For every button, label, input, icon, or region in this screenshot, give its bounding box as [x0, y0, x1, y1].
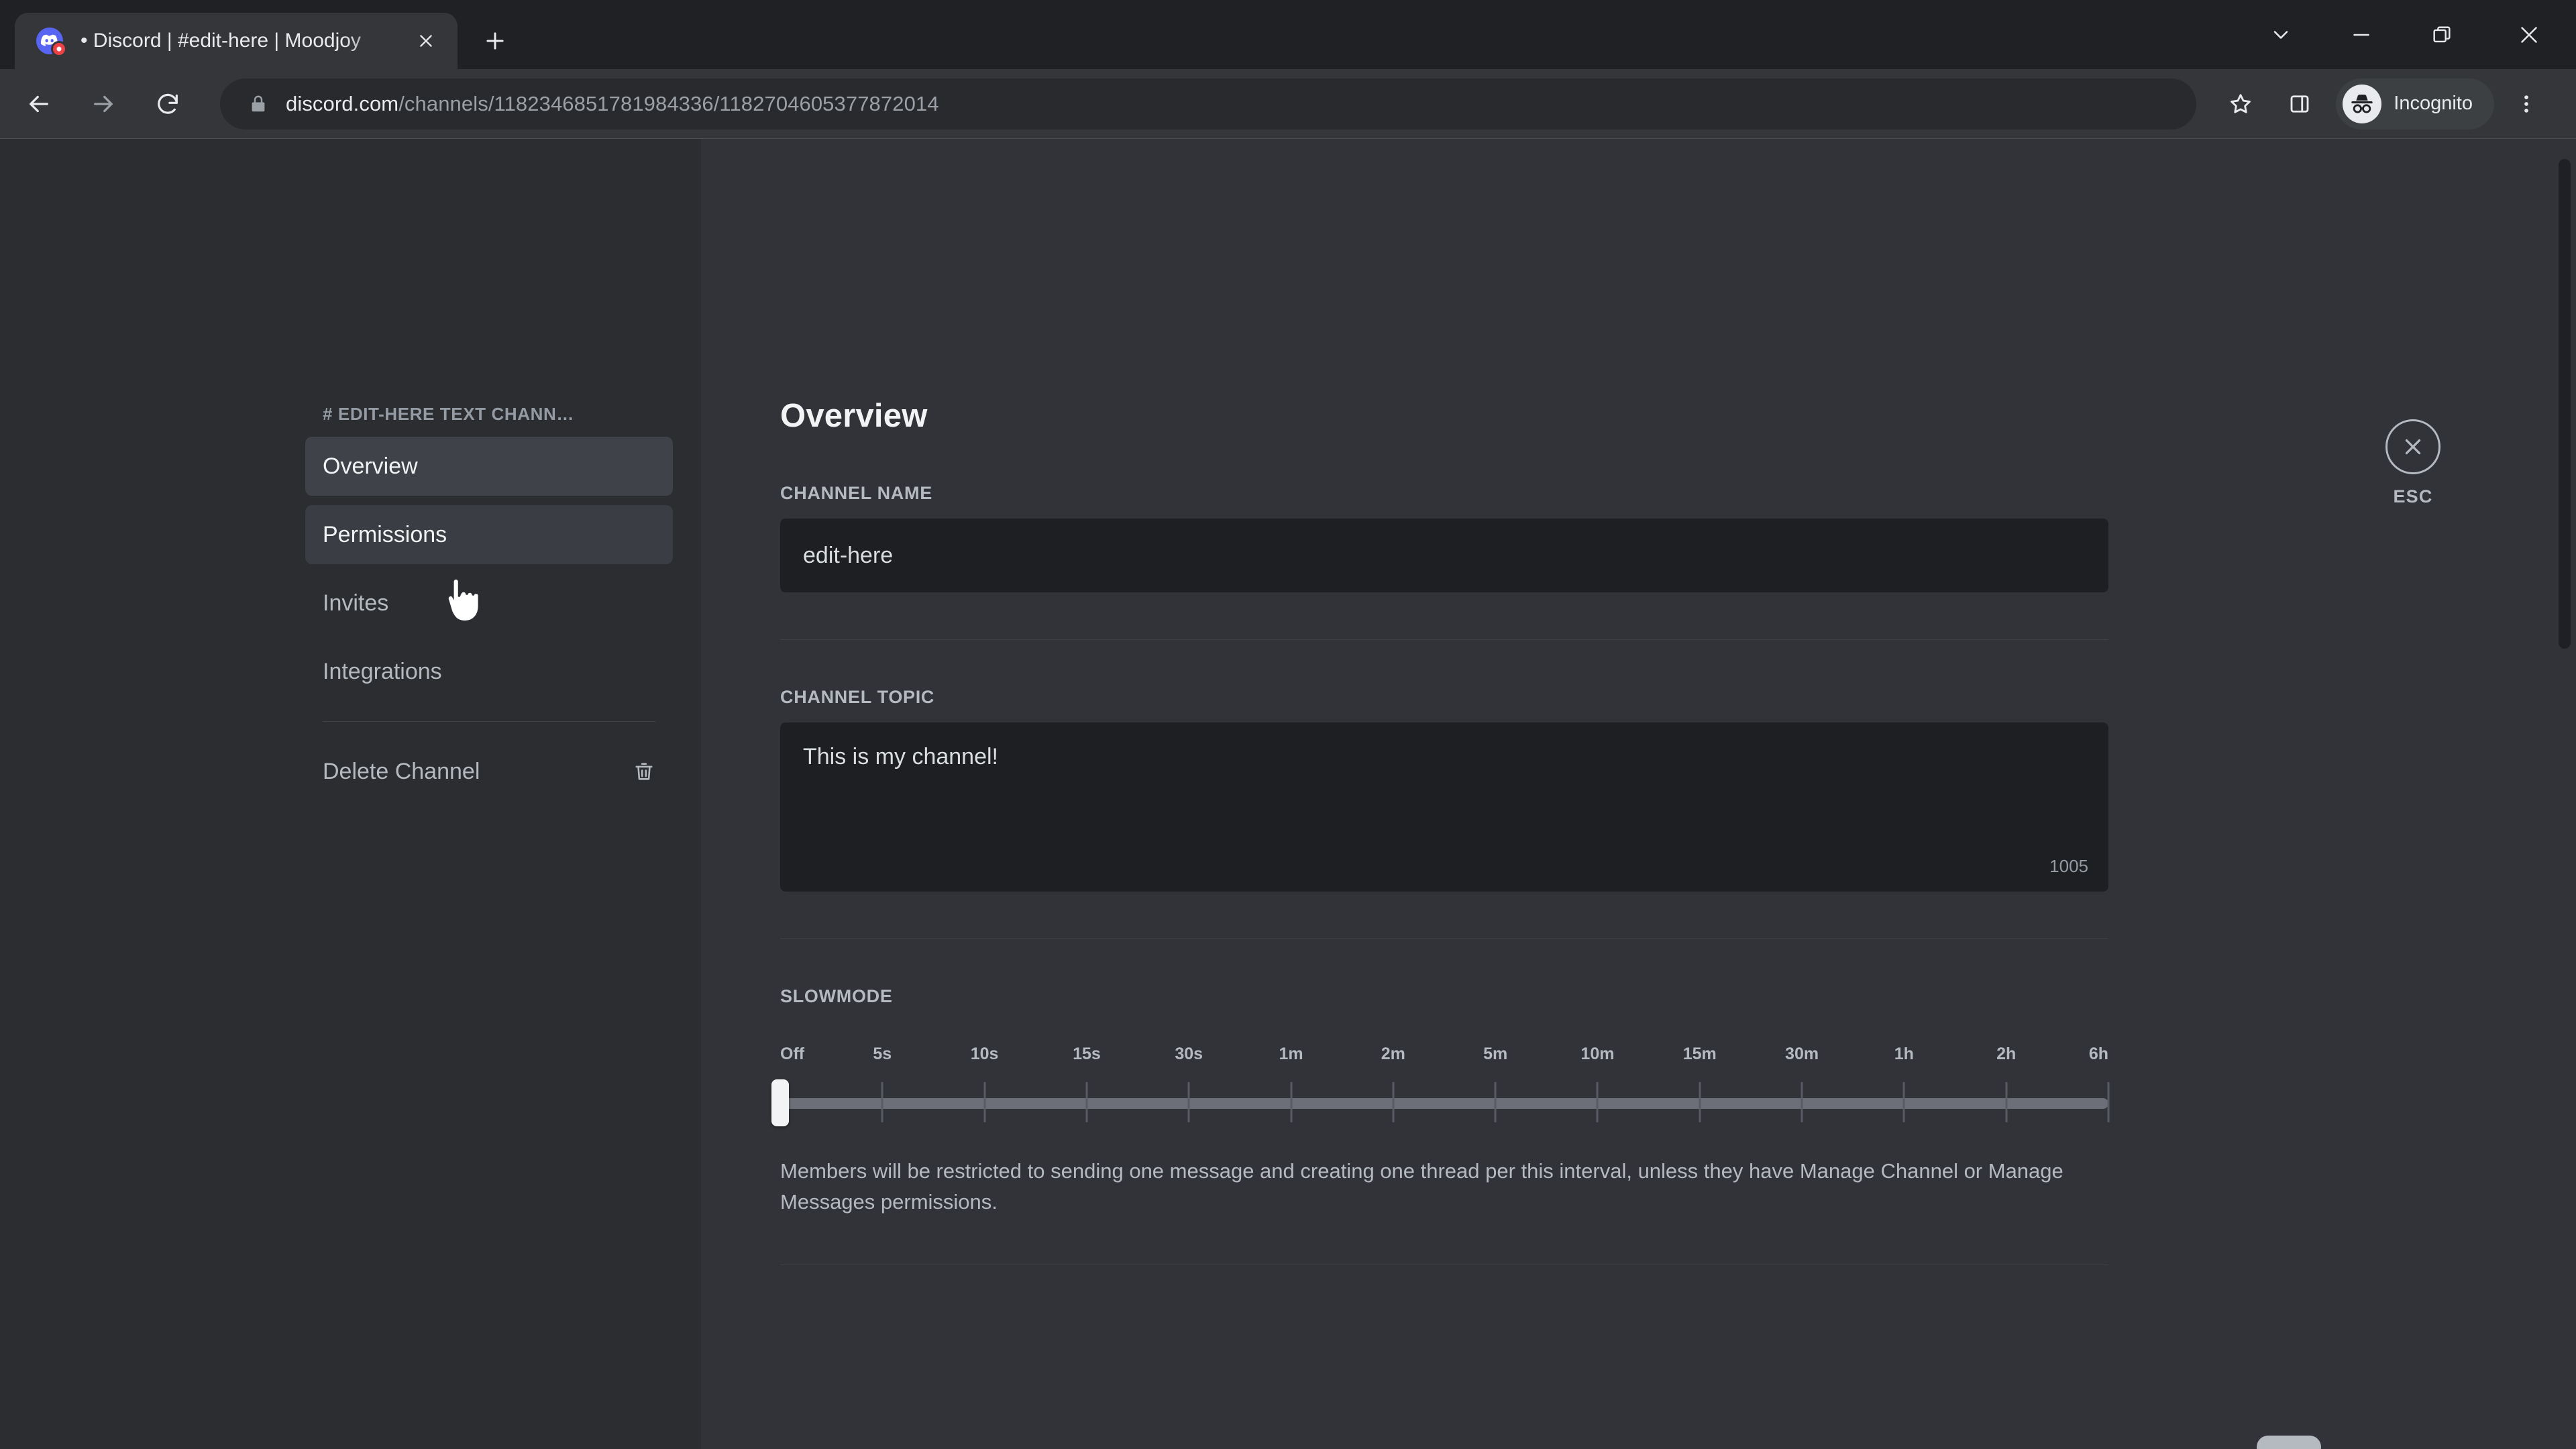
discord-favicon [36, 26, 67, 57]
slowmode-tick-mark [2005, 1082, 2008, 1122]
slowmode-tick-mark [1902, 1082, 1905, 1122]
slowmode-tick-6h: 6h [2088, 1044, 2108, 1063]
slowmode-tick-5m: 5m [1483, 1044, 1508, 1063]
section-divider-1 [780, 639, 2108, 640]
reload-icon[interactable] [138, 74, 197, 133]
slowmode-track[interactable] [771, 1079, 2110, 1126]
slowmode-tick-Off: Off [780, 1044, 805, 1063]
slowmode-tick-mark [1699, 1082, 1701, 1122]
url-text: discord.com/channels/1182346851781984336… [286, 92, 939, 116]
back-arrow-icon[interactable] [9, 74, 68, 133]
channel-settings-header: # EDIT-HERE TEXT CHANN… [323, 404, 574, 424]
browser-tab[interactable]: • Discord | #edit-here | Moodjoy [15, 13, 458, 69]
sidebar-item-delete-channel[interactable]: Delete Channel [305, 742, 673, 801]
slowmode-thumb[interactable] [771, 1079, 789, 1126]
minimize-icon[interactable] [2321, 0, 2402, 69]
channel-topic-textarea[interactable]: This is my channel! 1005 [780, 722, 2108, 892]
sidebar-item-overview[interactable]: Overview [305, 437, 673, 496]
three-dot-menu-icon[interactable] [2500, 77, 2553, 131]
settings-main-panel: Overview CHANNEL NAME edit-here CHANNEL … [701, 139, 2576, 1449]
slowmode-tick-10m: 10m [1580, 1044, 1615, 1063]
slowmode-slider[interactable]: Off 5s 10s 15s 30s 1m 2m 5m 10m 15m 30m 1h 2h 6h [771, 1044, 2110, 1126]
slowmode-tick-mark [1187, 1082, 1190, 1122]
sidebar-item-label: Overview [323, 453, 418, 479]
forward-arrow-icon[interactable] [74, 74, 133, 133]
slowmode-tick-15m: 15m [1682, 1044, 1717, 1063]
slowmode-tick-5s: 5s [873, 1044, 892, 1063]
slowmode-tick-mark [1596, 1082, 1599, 1122]
tab-strip: • Discord | #edit-here | Moodjoy [0, 0, 2576, 69]
incognito-profile-button[interactable]: Incognito [2336, 78, 2494, 129]
page-title: Overview [780, 398, 928, 434]
close-x-icon [2385, 419, 2440, 474]
section-divider-2 [780, 938, 2108, 939]
new-tab-button[interactable] [472, 18, 518, 64]
side-panel-icon[interactable] [2273, 77, 2326, 131]
channel-name-label: CHANNEL NAME [780, 483, 932, 503]
slowmode-tick-15s: 15s [1073, 1044, 1101, 1063]
slowmode-tick-1h: 1h [1894, 1044, 1914, 1063]
restore-icon[interactable] [2402, 0, 2482, 69]
slowmode-tick-2m: 2m [1381, 1044, 1405, 1063]
sidebar-item-label: Delete Channel [323, 758, 480, 784]
page-scrollbar[interactable] [2556, 159, 2573, 1360]
slowmode-tick-mark [1392, 1082, 1395, 1122]
channel-topic-value: This is my channel! [803, 744, 998, 769]
sidebar-item-permissions[interactable]: Permissions [305, 505, 673, 564]
channel-name-value: edit-here [803, 542, 894, 568]
scrollbar-thumb[interactable] [2559, 159, 2571, 649]
url-domain: discord.com [286, 91, 399, 115]
slowmode-track-fill [780, 1098, 2108, 1109]
slowmode-tick-mark [2107, 1082, 2110, 1122]
browser-window: • Discord | #edit-here | Moodjoy discord… [0, 0, 2576, 1449]
sidebar-item-integrations[interactable]: Integrations [305, 642, 673, 701]
incognito-label: Incognito [2394, 93, 2473, 114]
slowmode-tick-30s: 30s [1175, 1044, 1203, 1063]
close-settings-button[interactable]: ESC [2363, 419, 2463, 507]
slowmode-tick-labels: Off 5s 10s 15s 30s 1m 2m 5m 10m 15m 30m 1h 2h 6h [780, 1044, 2108, 1067]
slowmode-tick-mark [1494, 1082, 1497, 1122]
settings-sidebar: # EDIT-HERE TEXT CHANN… Overview Permiss… [0, 139, 701, 1449]
sidebar-item-label: Permissions [323, 521, 447, 547]
address-bar[interactable]: discord.com/channels/1182346851781984336… [220, 78, 2197, 129]
sidebar-item-label: Invites [323, 590, 389, 616]
window-controls [2241, 0, 2576, 69]
slowmode-tick-1m: 1m [1279, 1044, 1303, 1063]
slowmode-tick-2h: 2h [1996, 1044, 2017, 1063]
esc-label: ESC [2393, 486, 2433, 506]
url-path: /channels/1182346851781984336/1182704605… [398, 91, 939, 115]
slowmode-tick-10s: 10s [970, 1044, 999, 1063]
slowmode-tick-mark [1801, 1082, 1803, 1122]
star-icon[interactable] [2214, 77, 2267, 131]
page-viewport: # EDIT-HERE TEXT CHANN… Overview Permiss… [0, 138, 2576, 1449]
cut-off-control[interactable] [2257, 1436, 2321, 1449]
tab-search-chevron-icon[interactable] [2241, 0, 2321, 69]
notification-badge [51, 41, 67, 57]
slowmode-tick-mark [983, 1082, 986, 1122]
slowmode-tick-30m: 30m [1785, 1044, 1819, 1063]
channel-topic-label: CHANNEL TOPIC [780, 687, 935, 707]
channel-name-input[interactable]: edit-here [780, 519, 2108, 592]
incognito-icon [2343, 84, 2382, 123]
slowmode-label: SLOWMODE [780, 986, 893, 1006]
trash-icon [633, 760, 655, 783]
slowmode-tick-mark [881, 1082, 883, 1122]
lock-icon [248, 94, 268, 114]
slowmode-description: Members will be restricted to sending on… [780, 1159, 2063, 1214]
character-counter: 1005 [2049, 856, 2088, 876]
window-close-icon[interactable] [2482, 0, 2576, 69]
sidebar-item-invites[interactable]: Invites [305, 574, 673, 633]
slowmode-tick-mark [1290, 1082, 1293, 1122]
tab-close-icon[interactable] [411, 25, 441, 56]
browser-toolbar: discord.com/channels/1182346851781984336… [0, 69, 2576, 138]
sidebar-divider [323, 721, 655, 722]
tab-title: • Discord | #edit-here | Moodjoy [80, 30, 361, 52]
slowmode-tick-mark [1085, 1082, 1088, 1122]
sidebar-item-label: Integrations [323, 658, 442, 684]
